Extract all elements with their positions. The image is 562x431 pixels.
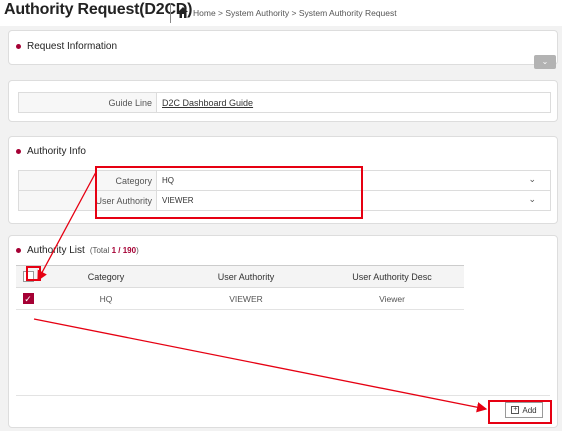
cell-user-authority: VIEWER <box>172 287 320 310</box>
total-count: (Total 1 / 190) <box>90 246 139 255</box>
column-header-user-authority: User Authority <box>172 265 320 288</box>
total-count-value: 1 / 190 <box>111 246 137 255</box>
cell-user-authority-desc: Viewer <box>320 287 464 310</box>
authority-list-card: Authority List (Total 1 / 190) <box>8 235 558 428</box>
home-icon[interactable] <box>178 7 188 18</box>
authority-info-title: Authority Info <box>16 146 86 157</box>
annotation-highlight-box <box>95 166 363 219</box>
collapse-toggle-button[interactable]: ⌄ <box>534 55 556 69</box>
breadcrumb: Home > System Authority > System Authori… <box>193 8 397 18</box>
table-row[interactable]: ✓ HQ VIEWER Viewer <box>16 287 464 310</box>
request-info-title: Request Information <box>16 41 117 52</box>
total-prefix: (Total <box>89 246 112 255</box>
annotation-highlight-checkbox <box>26 266 41 281</box>
column-header-user-authority-desc: User Authority Desc <box>320 265 464 288</box>
chevron-down-icon: ⌄ <box>528 194 536 204</box>
title-separator <box>170 3 171 23</box>
column-header-category: Category <box>40 265 172 288</box>
section-bullet-icon <box>16 149 21 154</box>
request-info-card: Request Information <box>8 30 558 65</box>
divider <box>16 395 550 396</box>
section-bullet-icon <box>16 44 21 49</box>
plus-icon: + <box>511 406 520 414</box>
add-button-label: Add <box>522 405 537 415</box>
section-bullet-icon <box>16 248 21 253</box>
guide-line-label: Guide Line <box>18 92 157 113</box>
guide-line-table: Guide Line D2C Dashboard Guide <box>18 92 551 113</box>
guide-line-card: Guide Line D2C Dashboard Guide <box>8 80 558 122</box>
total-suffix: ) <box>136 246 139 255</box>
authority-list-title: Authority List (Total 1 / 190) <box>16 245 139 256</box>
request-info-title-text: Request Information <box>27 41 118 52</box>
table-header-row: Category User Authority User Authority D… <box>16 265 464 288</box>
authority-list-title-text: Authority List <box>27 245 85 256</box>
authority-list-table: Category User Authority User Authority D… <box>16 265 464 310</box>
add-button[interactable]: + Add <box>505 402 543 418</box>
authority-info-title-text: Authority Info <box>27 146 86 157</box>
page-header: Authority Request(D2CD) Home > System Au… <box>0 0 562 26</box>
chevron-down-icon: ⌄ <box>541 57 549 66</box>
page-title: Authority Request(D2CD) <box>4 1 193 18</box>
cell-category: HQ <box>40 287 172 310</box>
row-checkbox[interactable]: ✓ <box>22 293 34 305</box>
chevron-down-icon: ⌄ <box>528 174 536 184</box>
guide-line-link[interactable]: D2C Dashboard Guide <box>162 98 253 108</box>
